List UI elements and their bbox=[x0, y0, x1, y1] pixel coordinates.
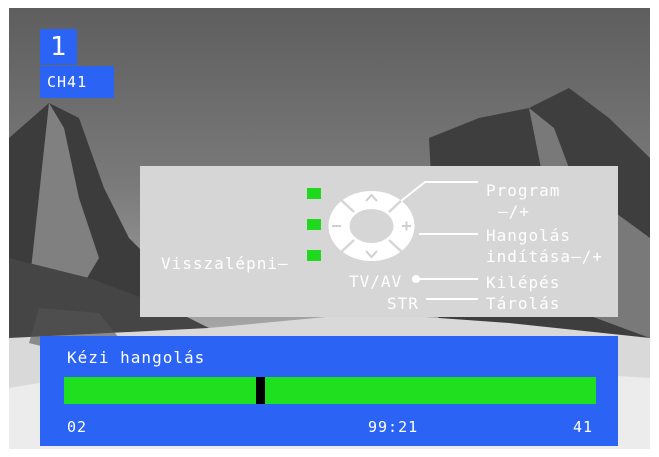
tv-screen: 1 CH41 Program –/+ Hangolás indítása–/+ … bbox=[9, 8, 650, 449]
tuning-progress-bar bbox=[64, 377, 596, 404]
tuning-max-value: 41 bbox=[573, 418, 594, 436]
program-label: Program bbox=[486, 181, 561, 200]
exit-label: Kilépés bbox=[486, 273, 561, 292]
tvav-label: TV/AV bbox=[349, 272, 403, 291]
tuning-panel: Kézi hangolás 02 99:21 41 bbox=[40, 336, 618, 446]
str-label: STR bbox=[387, 294, 419, 313]
tuning-frequency: 99:21 bbox=[368, 418, 419, 436]
tuning-min-value: 02 bbox=[67, 418, 88, 436]
back-label: Visszalépni– bbox=[161, 254, 289, 273]
program-hint: –/+ bbox=[498, 202, 530, 221]
tuning-marker bbox=[256, 377, 265, 404]
store-label: Tárolás bbox=[486, 294, 561, 313]
program-number: 1 bbox=[40, 29, 77, 65]
tuning-hint: indítása–/+ bbox=[486, 247, 603, 266]
channel-label: CH41 bbox=[40, 66, 114, 98]
remote-help-panel: Program –/+ Hangolás indítása–/+ Visszal… bbox=[140, 166, 618, 317]
tuning-title: Kézi hangolás bbox=[67, 348, 206, 367]
tuning-label: Hangolás bbox=[486, 226, 572, 245]
